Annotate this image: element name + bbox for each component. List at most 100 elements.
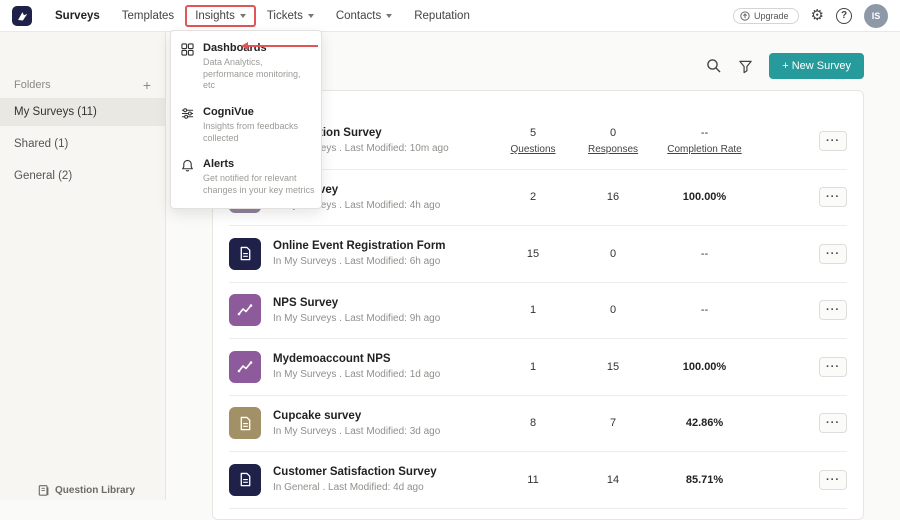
survey-row[interactable]: Cupcake survey In My Surveys . Last Modi… <box>229 396 847 453</box>
sidebar: Folders + My Surveys (11) Shared (1) Gen… <box>0 32 166 500</box>
questions-value: 8 <box>530 417 536 429</box>
survey-title[interactable]: Customer Satisfaction Survey <box>273 466 485 478</box>
survey-type-icon <box>229 407 261 439</box>
survey-type-icon <box>229 351 261 383</box>
survey-title[interactable]: Cupcake survey <box>273 410 485 422</box>
survey-row[interactable]: NPS Survey In My Surveys . Last Modified… <box>229 283 847 340</box>
completion-stat: -- Completion Rate <box>657 127 752 155</box>
question-library-label: Question Library <box>55 485 135 496</box>
survey-row[interactable]: Customer Satisfaction Survey In General … <box>229 452 847 509</box>
row-more-options-icon[interactable]: ··· <box>819 357 847 377</box>
add-folder-button[interactable]: + <box>143 78 151 92</box>
row-more-options-icon[interactable]: ··· <box>819 131 847 151</box>
menu-desc-alerts: Get notified for relevant changes in you… <box>203 173 315 196</box>
questions-value: 2 <box>530 191 536 203</box>
dashboard-icon <box>181 43 195 92</box>
completion-value: 42.86% <box>686 417 723 429</box>
sidebar-label-my-surveys: My Surveys (11) <box>14 106 97 118</box>
folders-title: Folders <box>14 79 51 91</box>
survey-subtitle: In My Surveys . Last Modified: 3d ago <box>273 426 485 437</box>
settings-gear-icon[interactable]: ⚙ <box>811 8 824 23</box>
survey-type-icon <box>229 464 261 496</box>
new-survey-button[interactable]: + New Survey <box>769 53 864 79</box>
user-avatar[interactable]: IS <box>864 4 888 28</box>
responses-value: 7 <box>610 417 616 429</box>
menu-desc-cognivue: Insights from feedbacks collected <box>203 121 315 144</box>
upgrade-arrow-icon <box>740 11 750 21</box>
row-more-options-icon[interactable]: ··· <box>819 413 847 433</box>
sidebar-item-general[interactable]: General (2) <box>0 162 165 190</box>
completion-value: 100.00% <box>683 191 726 203</box>
questions-value: 1 <box>530 361 536 373</box>
menu-item-alerts[interactable]: Alerts Get notified for relevant changes… <box>171 151 321 203</box>
upgrade-button[interactable]: Upgrade <box>733 8 799 24</box>
questions-header[interactable]: Questions <box>510 144 555 155</box>
responses-value: 0 <box>610 248 616 260</box>
chevron-down-icon <box>240 14 246 18</box>
help-icon[interactable]: ? <box>836 8 852 24</box>
filter-icon[interactable] <box>738 59 753 74</box>
nav-item-insights[interactable]: Insights <box>185 5 256 27</box>
nav-item-reputation[interactable]: Reputation <box>403 6 481 26</box>
responses-header[interactable]: Responses <box>588 144 638 155</box>
responses-value: 16 <box>607 191 619 203</box>
survey-type-icon <box>229 238 261 270</box>
survey-title[interactable]: NPS Survey <box>273 297 485 309</box>
row-more-options-icon[interactable]: ··· <box>819 187 847 207</box>
completion-value: 100.00% <box>683 361 726 373</box>
questions-value: 11 <box>527 474 538 486</box>
annotation-arrow <box>248 45 318 47</box>
navbar-right: Upgrade ⚙ ? IS <box>733 4 888 28</box>
insights-dropdown-menu: Dashboards Data Analytics, performance m… <box>170 30 322 209</box>
questions-value: 5 <box>530 127 536 139</box>
completion-value: -- <box>701 304 708 316</box>
sidebar-label-shared: Shared (1) <box>14 138 68 150</box>
questions-value: 15 <box>527 248 539 260</box>
folders-header: Folders + <box>0 72 165 98</box>
completion-value: 85.71% <box>686 474 723 486</box>
row-more-options-icon[interactable]: ··· <box>819 470 847 490</box>
bell-icon <box>181 159 195 196</box>
survey-info: Customer Satisfaction Survey In General … <box>273 466 485 493</box>
nav-label-reputation: Reputation <box>414 10 470 22</box>
sidebar-item-shared[interactable]: Shared (1) <box>0 130 165 158</box>
responses-value: 14 <box>607 474 619 486</box>
sidebar-item-my-surveys[interactable]: My Surveys (11) <box>0 98 165 126</box>
nav-item-tickets[interactable]: Tickets <box>256 6 325 26</box>
help-glyph: ? <box>841 10 847 21</box>
completion-header[interactable]: Completion Rate <box>667 144 741 155</box>
responses-value: 0 <box>610 127 616 139</box>
app-logo[interactable] <box>12 6 32 26</box>
search-icon[interactable] <box>706 58 722 74</box>
survey-info: NPS Survey In My Surveys . Last Modified… <box>273 297 485 324</box>
row-more-options-icon[interactable]: ··· <box>819 244 847 264</box>
completion-value: -- <box>701 248 708 260</box>
responses-value: 15 <box>607 361 619 373</box>
survey-title[interactable]: Mydemoaccount NPS <box>273 353 485 365</box>
survey-subtitle: In General . Last Modified: 4d ago <box>273 482 485 493</box>
menu-desc-dashboards: Data Analytics, performance monitoring, … <box>203 57 315 92</box>
nav-item-surveys[interactable]: Surveys <box>44 6 111 26</box>
question-library-link[interactable]: Question Library <box>38 484 135 496</box>
question-library-icon <box>38 484 50 496</box>
survey-title[interactable]: Online Event Registration Form <box>273 240 485 252</box>
responses-value: 0 <box>610 304 616 316</box>
survey-row[interactable]: Mydemoaccount NPS In My Surveys . Last M… <box>229 339 847 396</box>
questions-value: 1 <box>530 304 536 316</box>
nav-label-contacts: Contacts <box>336 10 381 22</box>
survey-row[interactable]: Online Event Registration Form In My Sur… <box>229 226 847 283</box>
survey-type-icon <box>229 294 261 326</box>
cognivue-icon <box>181 107 195 144</box>
completion-value: -- <box>701 127 708 139</box>
survey-subtitle: In My Surveys . Last Modified: 6h ago <box>273 256 485 267</box>
menu-item-cognivue[interactable]: CogniVue Insights from feedbacks collect… <box>171 99 321 151</box>
row-more-options-icon[interactable]: ··· <box>819 300 847 320</box>
survey-subtitle: In My Surveys . Last Modified: 1d ago <box>273 369 485 380</box>
nav-item-contacts[interactable]: Contacts <box>325 6 403 26</box>
top-navbar: Surveys Templates Insights Tickets Conta… <box>0 0 900 32</box>
sidebar-label-general: General (2) <box>14 170 72 182</box>
menu-label-cognivue: CogniVue <box>203 106 315 118</box>
bird-logo-icon <box>15 9 29 23</box>
list-toolbar: + New Survey <box>706 53 864 79</box>
nav-item-templates[interactable]: Templates <box>111 6 185 26</box>
